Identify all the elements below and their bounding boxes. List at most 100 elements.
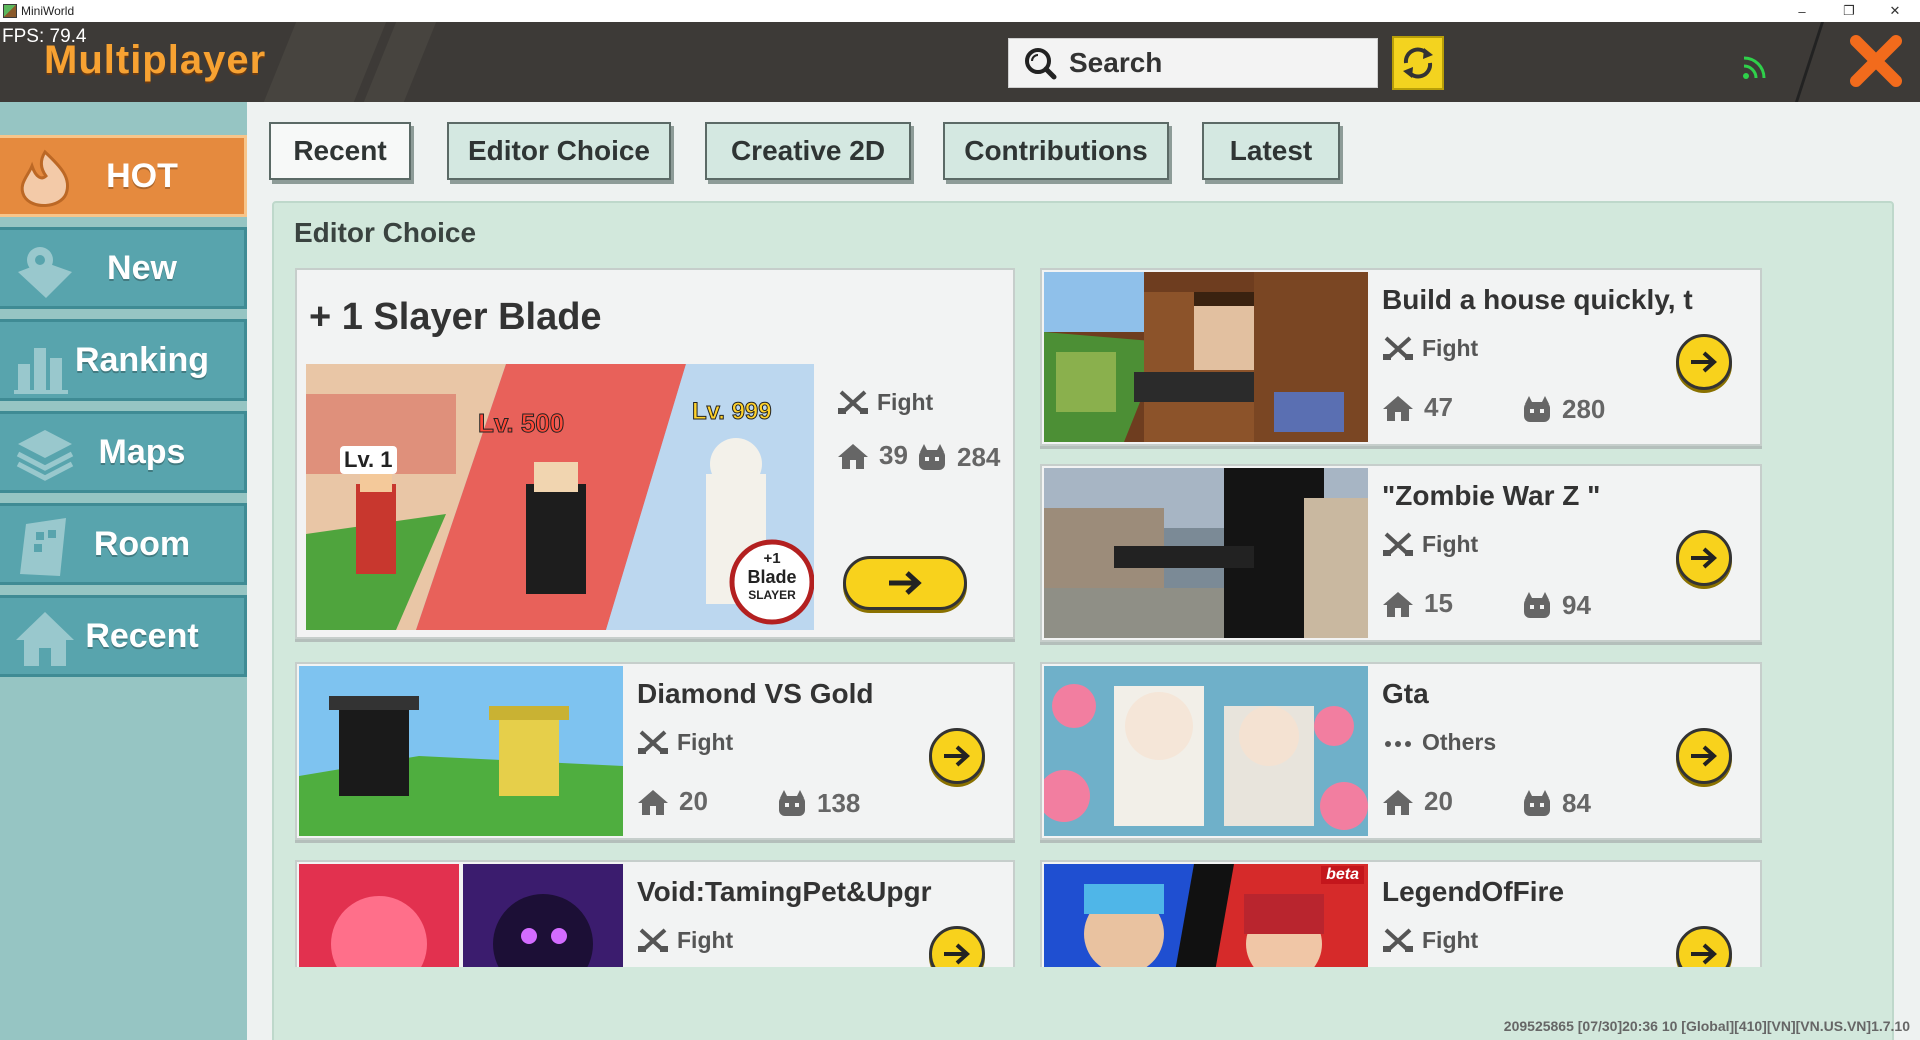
restore-button[interactable]: ❐ — [1827, 0, 1871, 22]
map-category: Fight — [1382, 530, 1478, 558]
home-icon — [838, 443, 868, 469]
arrow-right-icon — [889, 571, 922, 595]
player-count: 280 — [1522, 394, 1605, 425]
home-icon — [1383, 591, 1413, 617]
room-count: 47 — [1382, 392, 1453, 423]
map-card[interactable]: Void:TamingPet&Upgr Fight — [295, 860, 1015, 967]
tab-recent[interactable]: Recent — [269, 122, 411, 180]
category-label: Fight — [877, 388, 934, 415]
enter-map-button[interactable] — [929, 926, 985, 967]
tab-contributions[interactable]: Contributions — [943, 122, 1169, 180]
player-count-value: 138 — [817, 788, 861, 818]
close-icon — [1850, 35, 1902, 87]
player-icon — [919, 443, 945, 470]
sidebar-item-ranking[interactable]: Ranking — [0, 319, 247, 401]
room-count-value: 15 — [1424, 588, 1453, 618]
map-thumbnail: beta — [1044, 864, 1368, 967]
sidebar-item-maps[interactable]: Maps — [0, 411, 247, 493]
crossed-swords-icon — [638, 928, 668, 952]
room-count: 20 — [637, 786, 708, 817]
sidebar: HOT New Ranking Maps Room Recent — [0, 102, 247, 1040]
map-title: Diamond VS Gold — [637, 678, 874, 709]
map-card[interactable]: "Zombie War Z " Fight 15 94 — [1040, 464, 1762, 642]
sidebar-item-hot[interactable]: HOT — [0, 135, 247, 217]
map-category: Fight — [637, 728, 733, 756]
crossed-swords-icon — [1383, 532, 1413, 556]
category-label: Fight — [1422, 926, 1479, 953]
enter-map-button[interactable] — [929, 728, 985, 784]
fire-icon — [20, 149, 69, 207]
player-count-value: 94 — [1562, 590, 1591, 620]
category-label: Fight — [677, 926, 734, 953]
player-icon — [1524, 591, 1550, 618]
enter-map-button[interactable] — [1676, 728, 1732, 784]
panel-title: Editor Choice — [294, 217, 477, 248]
room-count-value: 47 — [1424, 392, 1453, 422]
sidebar-item-label: HOT — [106, 156, 178, 195]
close-multiplayer-button[interactable] — [1845, 30, 1907, 92]
arrow-right-icon — [1691, 745, 1717, 767]
map-thumbnail — [1044, 468, 1368, 638]
sidebar-item-recent[interactable]: Recent — [0, 595, 247, 677]
logo-text: Blade — [747, 567, 797, 587]
player-count: 84 — [1522, 788, 1591, 819]
map-card[interactable]: Gta Others 20 84 — [1040, 662, 1762, 840]
editor-choice-panel: Editor Choice + 1 Slayer Blade Lv. 1 Lv.… — [272, 201, 1894, 1040]
refresh-icon — [1403, 47, 1433, 79]
room-count: 39 — [837, 440, 908, 471]
version-info: 209525865 [07/30]20:36 10 [Global][410][… — [1503, 1018, 1910, 1034]
player-icon — [1524, 789, 1550, 816]
enter-map-button[interactable] — [1676, 334, 1732, 390]
map-card[interactable]: Build a house quickly, t Fight 47 280 — [1040, 268, 1762, 446]
category-label: Fight — [1422, 530, 1479, 557]
tab-editor-choice[interactable]: Editor Choice — [447, 122, 671, 180]
arrow-right-icon — [1691, 943, 1717, 965]
beta-badge: beta — [1321, 866, 1364, 884]
home-icon — [16, 612, 74, 666]
page-title: Multiplayer — [44, 38, 267, 82]
map-title: Gta — [1382, 678, 1429, 709]
search-placeholder: Search — [1069, 47, 1163, 78]
search-icon — [1023, 46, 1057, 80]
featured-map-card[interactable]: + 1 Slayer Blade Lv. 1 Lv. 500 Lv. 999 +… — [295, 268, 1015, 639]
map-title: LegendOfFire — [1382, 876, 1565, 907]
room-count-value: 39 — [879, 440, 908, 470]
enter-map-button[interactable] — [1676, 926, 1732, 967]
window-titlebar: MiniWorld – ❐ ✕ — [0, 0, 1920, 22]
sidebar-item-room[interactable]: Room — [0, 503, 247, 585]
map-title: Void:TamingPet&Upgr — [637, 876, 932, 907]
bar-chart-icon — [14, 348, 68, 394]
crossed-swords-icon — [1383, 928, 1413, 952]
room-count-value: 20 — [1424, 786, 1453, 816]
player-icon — [779, 789, 805, 816]
player-count: 138 — [777, 788, 860, 819]
logo-text: SLAYER — [748, 588, 796, 602]
search-box[interactable]: Search — [1008, 38, 1378, 88]
player-count-value: 284 — [957, 442, 1001, 472]
window-close-button[interactable]: ✕ — [1873, 0, 1917, 22]
signal-icon — [1743, 56, 1766, 79]
map-title: + 1 Slayer Blade — [309, 296, 602, 338]
map-card[interactable]: Diamond VS Gold Fight 20 138 — [295, 662, 1015, 840]
refresh-button[interactable] — [1392, 36, 1444, 90]
sidebar-item-label: Ranking — [74, 340, 210, 379]
home-icon — [638, 789, 668, 815]
map-list-viewport[interactable]: Editor Choice + 1 Slayer Blade Lv. 1 Lv.… — [274, 203, 1892, 967]
blade-slayer-logo: +1 Blade SLAYER — [740, 550, 804, 604]
app-icon — [3, 4, 17, 18]
sidebar-item-new[interactable]: New — [0, 227, 247, 309]
map-title: "Zombie War Z " — [1382, 480, 1601, 511]
enter-map-button[interactable] — [1676, 530, 1732, 586]
header-bar — [0, 22, 1920, 102]
category-label: Fight — [677, 728, 734, 755]
minimize-button[interactable]: – — [1780, 0, 1824, 22]
map-thumbnail — [1044, 666, 1368, 836]
map-category: Others — [1382, 728, 1496, 756]
map-card[interactable]: beta LegendOfFire Fight — [1040, 860, 1762, 967]
map-category: Fight — [637, 926, 733, 954]
enter-map-button[interactable] — [843, 556, 967, 610]
tab-creative-2d[interactable]: Creative 2D — [705, 122, 911, 180]
map-title: Build a house quickly, t — [1382, 284, 1693, 315]
map-pin-icon — [18, 247, 72, 298]
tab-latest[interactable]: Latest — [1202, 122, 1340, 180]
